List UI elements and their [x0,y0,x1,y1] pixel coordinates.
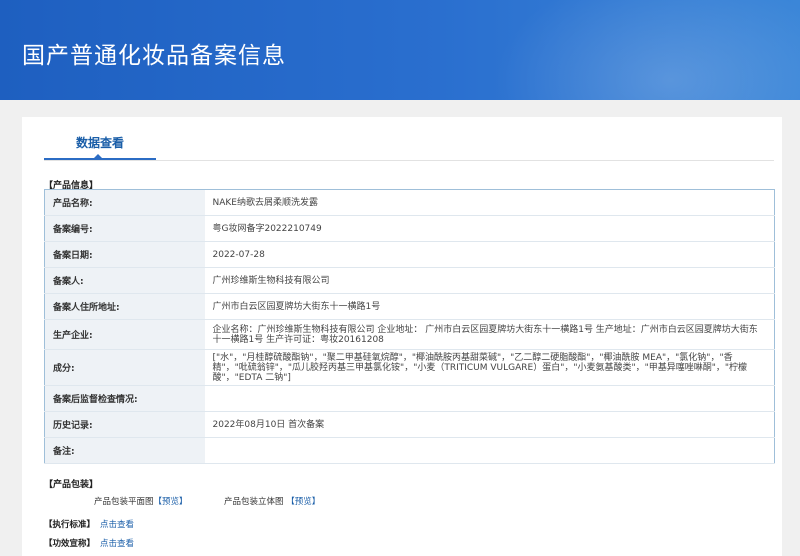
packaging-stereo-preview-link[interactable]: 【预览】 [286,497,320,507]
packaging-stereo-label: 产品包装立体图 [224,497,284,507]
row-label: 历史记录: [44,411,205,438]
packaging-stereo: 产品包装立体图 【预览】 [224,495,320,507]
row-value: 广州珍维斯生物科技有限公司 [204,267,775,294]
table-row: 生产企业: 企业名称：广州珍维斯生物科技有限公司 企业地址： 广州市白云区园夏牌… [44,319,775,350]
section-title-packaging: 【产品包装】 [44,480,99,490]
packaging-flat-preview-link[interactable]: 【预览】 [154,497,188,507]
product-info-table: 产品名称: NAKE纳歌去屑柔顺洗发露 备案编号: 粤G妆网备字20222107… [44,189,775,464]
table-row: 备案人: 广州珍维斯生物科技有限公司 [44,267,775,294]
row-label: 成分: [44,349,205,386]
row-label: 备案人: [44,267,205,294]
row-value: 2022-07-28 [204,241,775,268]
row-value: NAKE纳歌去屑柔顺洗发露 [204,189,775,216]
row-value: 企业名称：广州珍维斯生物科技有限公司 企业地址： 广州市白云区园夏牌坊大街东十一… [204,319,775,350]
row-label: 备案人住所地址: [44,293,205,320]
row-value: ["水"，"月桂醇硫酸酯钠"，"聚二甲基硅氧烷醇"，"椰油酰胺丙基甜菜碱"，"乙… [204,349,775,386]
table-row: 备注: [44,437,775,464]
standard-view-link[interactable]: 点击查看 [100,518,134,530]
page-header: 国产普通化妆品备案信息 [0,0,800,100]
row-label: 备案编号: [44,215,205,242]
row-value [204,437,775,464]
content-panel: 数据查看 【产品信息】 产品名称: NAKE纳歌去屑柔顺洗发露 备案编号: 粤G… [22,117,782,556]
efficacy-label: 【功效宣称】 [44,539,96,549]
standard-label: 【执行标准】 [44,520,96,530]
table-row: 成分: ["水"，"月桂醇硫酸酯钠"，"聚二甲基硅氧烷醇"，"椰油酰胺丙基甜菜碱… [44,349,775,386]
row-value: 广州市白云区园夏牌坊大街东十一横路1号 [204,293,775,320]
table-row: 历史记录: 2022年08月10日 首次备案 [44,411,775,438]
row-value: 粤G妆网备字2022210749 [204,215,775,242]
row-label: 备案日期: [44,241,205,268]
table-row: 产品名称: NAKE纳歌去屑柔顺洗发露 [44,189,775,216]
row-label: 备注: [44,437,205,464]
row-label: 备案后监督检查情况: [44,385,205,412]
packaging-flat: 产品包装平面图【预览】 [94,495,188,507]
table-row: 备案编号: 粤G妆网备字2022210749 [44,215,775,242]
row-value [204,385,775,412]
table-row: 备案日期: 2022-07-28 [44,241,775,268]
table-row: 备案人住所地址: 广州市白云区园夏牌坊大街东十一横路1号 [44,293,775,320]
efficacy-view-link[interactable]: 点击查看 [100,537,134,549]
tab-caret-icon [94,154,102,158]
row-label: 产品名称: [44,189,205,216]
tab-divider [44,160,774,161]
row-value: 2022年08月10日 首次备案 [204,411,775,438]
packaging-flat-label: 产品包装平面图 [94,497,154,507]
table-row: 备案后监督检查情况: [44,385,775,412]
row-label: 生产企业: [44,319,205,350]
page-title: 国产普通化妆品备案信息 [22,43,286,69]
